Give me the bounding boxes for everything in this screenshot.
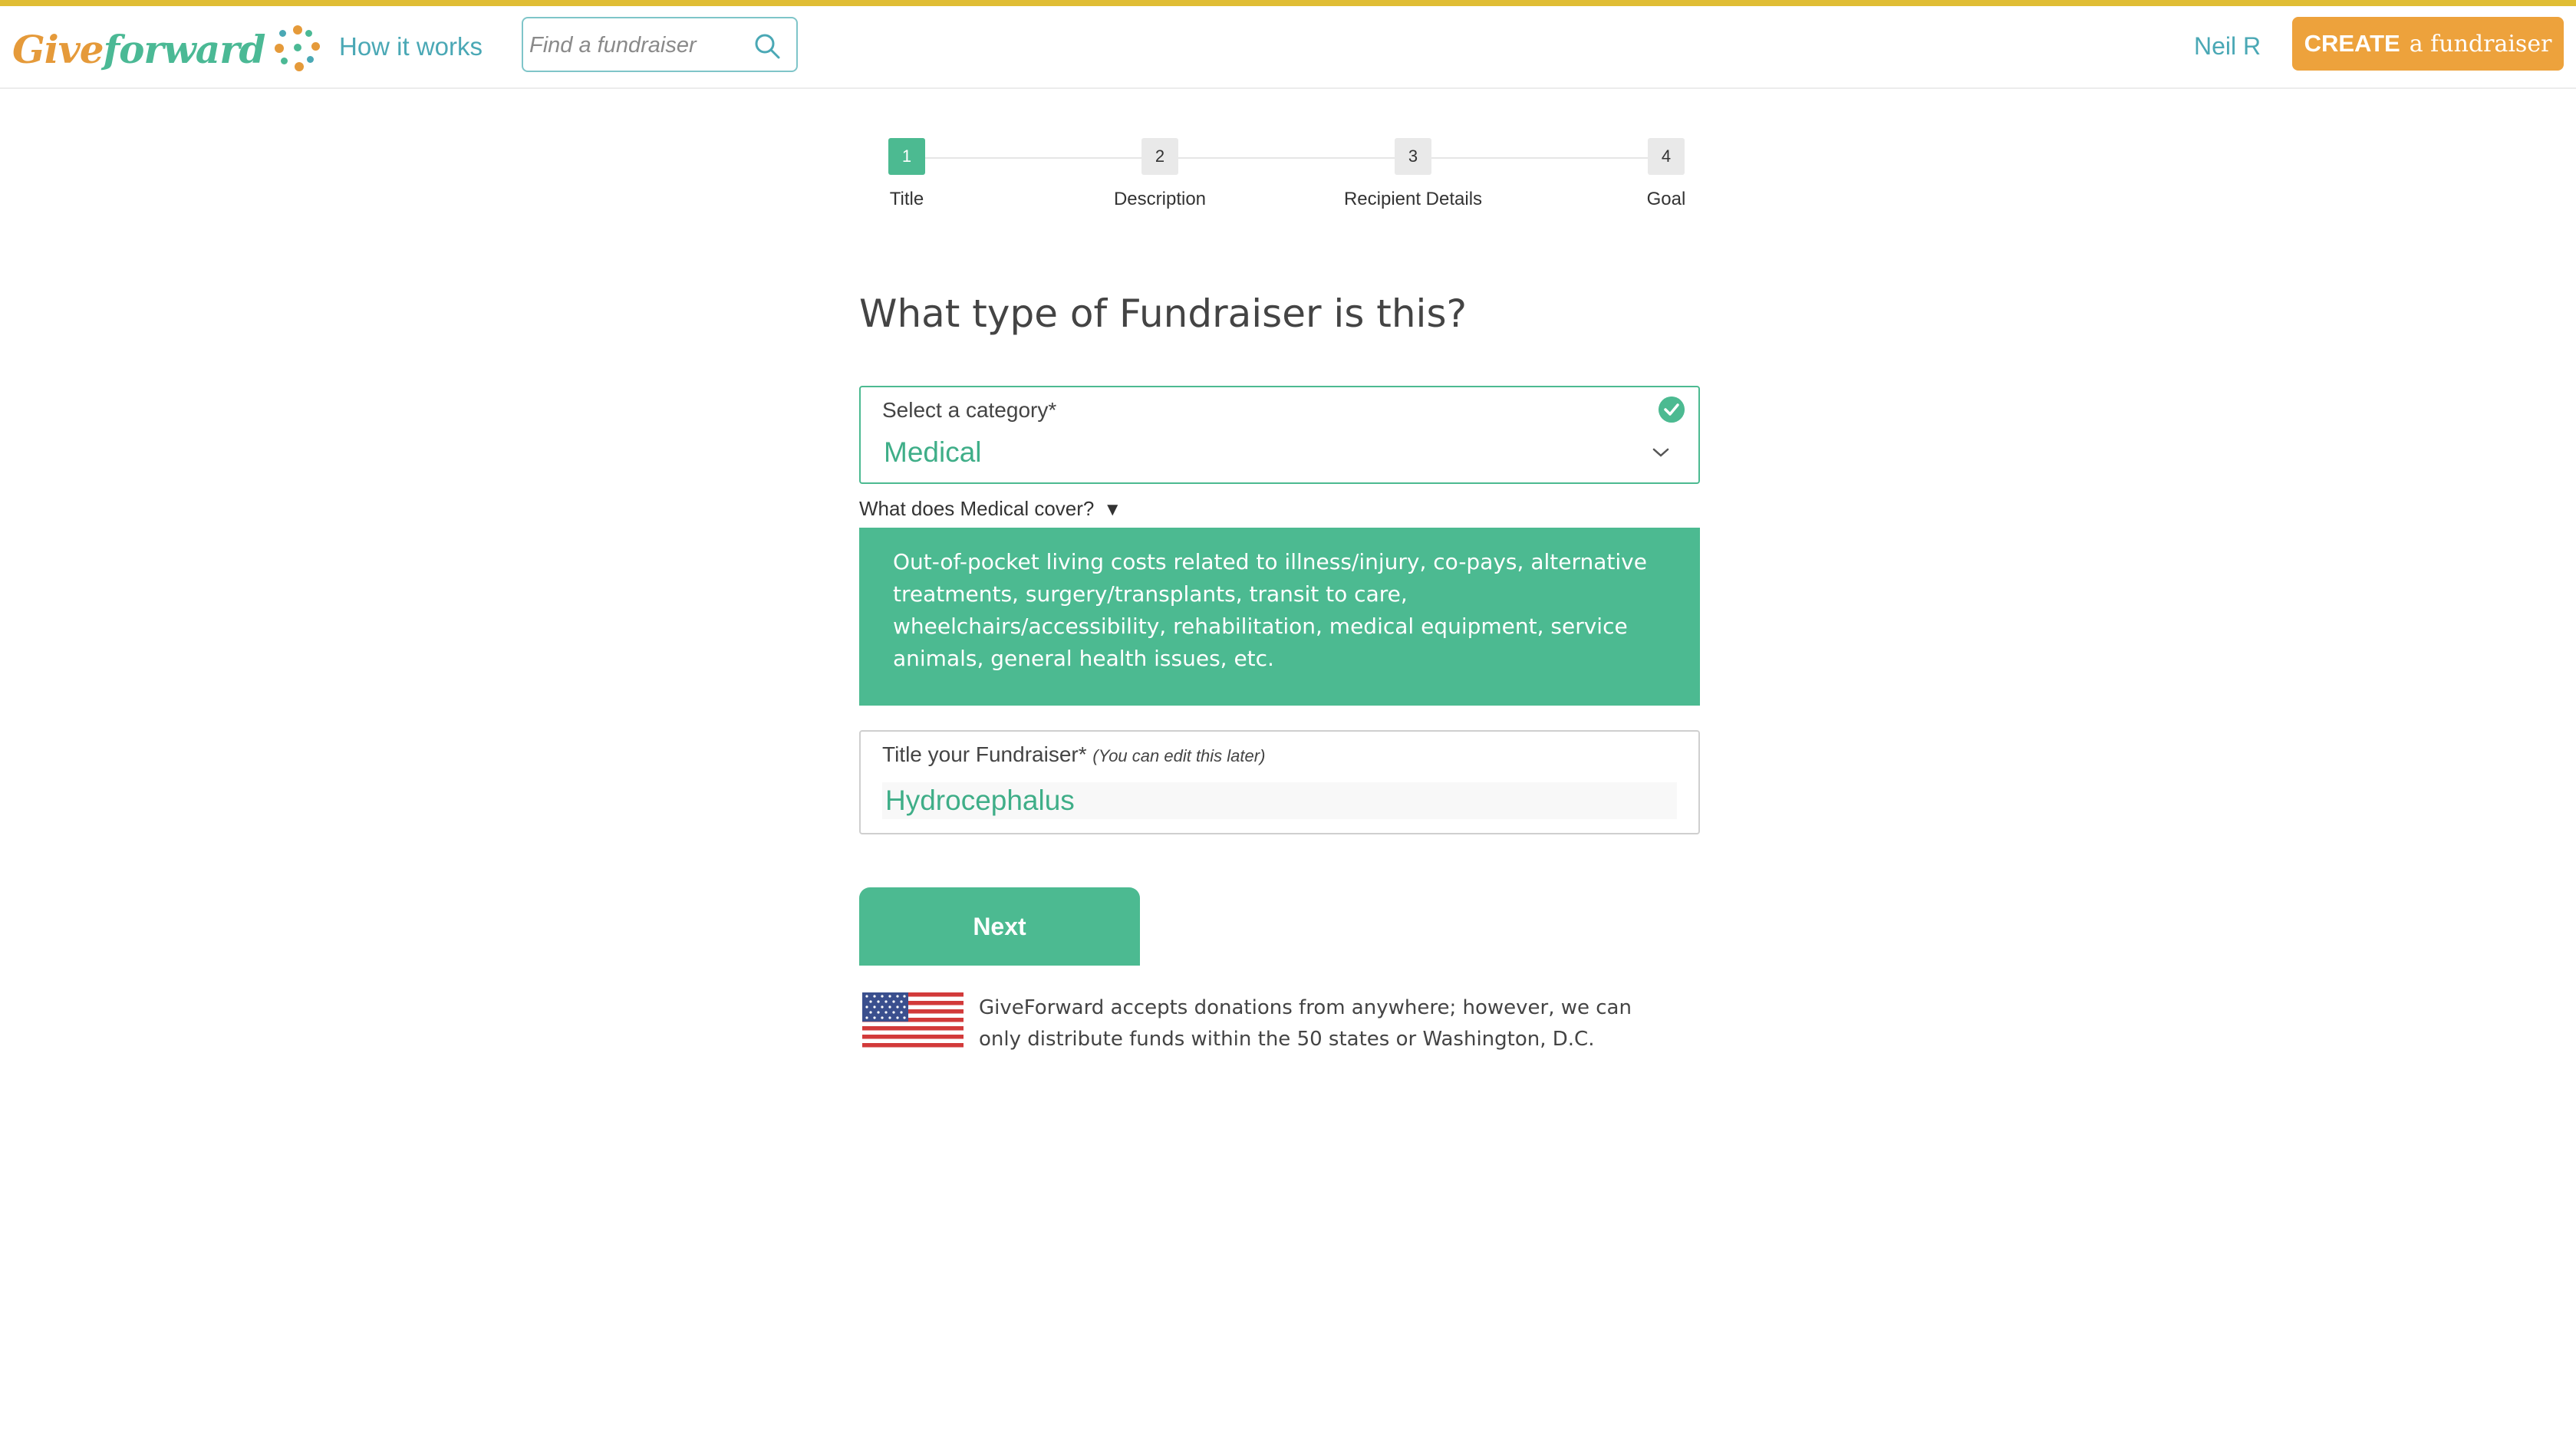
category-cover-toggle[interactable]: What does Medical cover? ▼ <box>859 497 1122 521</box>
user-menu[interactable]: Neil R <box>2194 32 2261 61</box>
search-box <box>522 17 798 72</box>
title-hint: (You can edit this later) <box>1092 746 1266 765</box>
us-flag-icon <box>862 992 964 1048</box>
page-title: What type of Fundraiser is this? <box>859 291 1468 336</box>
giveforward-logo[interactable]: Giveforward <box>12 21 324 77</box>
step-number: 4 <box>1648 138 1685 175</box>
step-description[interactable]: 2 Description <box>1083 138 1237 210</box>
step-label: Recipient Details <box>1343 189 1483 209</box>
search-icon[interactable] <box>753 32 781 60</box>
title-input[interactable] <box>882 782 1677 819</box>
step-number: 1 <box>888 138 925 175</box>
step-number: 2 <box>1141 138 1178 175</box>
step-title[interactable]: 1 Title <box>830 138 983 210</box>
logo-text-give: Give <box>12 26 104 72</box>
notice-text: GiveForward accepts donations from anywh… <box>979 996 1632 1051</box>
next-button[interactable]: Next <box>859 887 1140 966</box>
search-input[interactable] <box>528 25 753 66</box>
logo-text-forward: forward <box>103 26 266 72</box>
step-label: Goal <box>1646 189 1686 209</box>
triangle-down-icon: ▼ <box>1103 499 1122 520</box>
category-label: Select a category* <box>882 398 1057 422</box>
step-recipient-details[interactable]: 3 Recipient Details <box>1336 138 1490 210</box>
category-select[interactable]: Select a category* Medical <box>859 386 1700 484</box>
create-label: CREATE <box>2304 30 2400 57</box>
chevron-down-icon[interactable] <box>1651 446 1671 459</box>
create-sublabel: a fundraiser <box>2409 30 2552 58</box>
title-label-text: Title your Fundraiser* <box>882 742 1087 766</box>
title-label: Title your Fundraiser* (You can edit thi… <box>882 742 1265 767</box>
category-description-text: Out-of-pocket living costs related to il… <box>893 549 1647 671</box>
checkmark-icon <box>1659 397 1685 423</box>
create-fundraiser-button[interactable]: CREATE a fundraiser <box>2292 17 2564 71</box>
logo-dots-icon <box>273 24 324 74</box>
logo-wordmark: Giveforward <box>12 26 266 72</box>
steps-connector-line <box>905 157 1654 159</box>
top-accent-bar <box>0 0 2576 6</box>
category-description-panel: Out-of-pocket living costs related to il… <box>859 528 1700 706</box>
category-value: Medical <box>884 436 982 468</box>
progress-steps: 1 Title 2 Description 3 Recipient Detail… <box>859 138 1700 222</box>
site-header: Giveforward How it works Neil R CREATE a… <box>0 6 2576 89</box>
cover-question-text: What does Medical cover? <box>859 497 1095 520</box>
nav-how-it-works[interactable]: How it works <box>339 32 483 61</box>
title-field: Title your Fundraiser* (You can edit thi… <box>859 730 1700 834</box>
step-goal[interactable]: 4 Goal <box>1589 138 1743 210</box>
step-number: 3 <box>1395 138 1431 175</box>
fundraiser-form: What type of Fundraiser is this? Select … <box>859 291 1700 1051</box>
step-label: Description <box>1113 189 1207 209</box>
step-label: Title <box>889 189 924 209</box>
